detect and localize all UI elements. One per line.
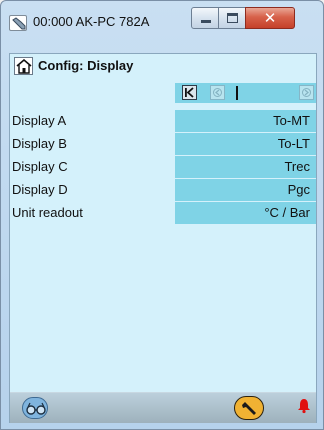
first-page-icon: [185, 87, 194, 98]
setting-row-display-b[interactable]: Display B To-LT: [10, 133, 316, 155]
page-title: Config: Display: [38, 58, 134, 73]
wrench-app-icon: [9, 15, 27, 31]
window-title: 00:000 AK-PC 782A: [33, 14, 150, 29]
page-indicator: [236, 86, 238, 100]
alarm-bell-icon[interactable]: [296, 398, 312, 414]
page-header: Config: Display: [10, 54, 316, 78]
setting-value[interactable]: To-MT: [175, 110, 316, 132]
setting-row-display-a[interactable]: Display A To-MT: [10, 110, 316, 132]
setting-label: Display D: [12, 182, 68, 197]
setting-row-display-d[interactable]: Display D Pgc: [10, 179, 316, 201]
close-icon: ✕: [263, 9, 277, 27]
config-panel: Config: Display Display A To-MT Display …: [9, 53, 317, 423]
app-window: 00:000 AK-PC 782A ✕ Config: Display Disp…: [0, 0, 324, 430]
setting-value[interactable]: To-LT: [175, 133, 316, 155]
maximize-icon: [227, 13, 238, 23]
setting-value[interactable]: °C / Bar: [175, 202, 316, 224]
home-icon: [16, 59, 32, 74]
glasses-icon: [26, 402, 46, 415]
setting-value[interactable]: Pgc: [175, 179, 316, 201]
view-button[interactable]: [22, 397, 48, 419]
prev-page-icon: [213, 88, 222, 97]
page-navigation: [175, 83, 316, 103]
service-button[interactable]: [234, 396, 264, 420]
next-page-button[interactable]: [299, 85, 314, 100]
first-page-button[interactable]: [182, 85, 197, 100]
setting-value[interactable]: Trec: [175, 156, 316, 178]
maximize-button[interactable]: [218, 7, 246, 29]
close-button[interactable]: ✕: [245, 7, 295, 29]
title-bar[interactable]: 00:000 AK-PC 782A ✕: [1, 1, 323, 45]
wrench-icon: [242, 402, 256, 415]
settings-list: Display A To-MT Display B To-LT Display …: [10, 110, 316, 225]
setting-label: Display A: [12, 113, 67, 128]
setting-label: Unit readout: [12, 205, 83, 220]
setting-row-display-c[interactable]: Display C Trec: [10, 156, 316, 178]
next-page-icon: [302, 88, 311, 97]
setting-label: Display C: [12, 159, 68, 174]
minimize-button[interactable]: [191, 7, 219, 29]
prev-page-button[interactable]: [210, 85, 225, 100]
setting-label: Display B: [12, 136, 67, 151]
bottom-toolbar: [10, 392, 316, 423]
minimize-icon: [201, 20, 211, 23]
home-button[interactable]: [14, 57, 33, 75]
setting-row-unit-readout[interactable]: Unit readout °C / Bar: [10, 202, 316, 224]
